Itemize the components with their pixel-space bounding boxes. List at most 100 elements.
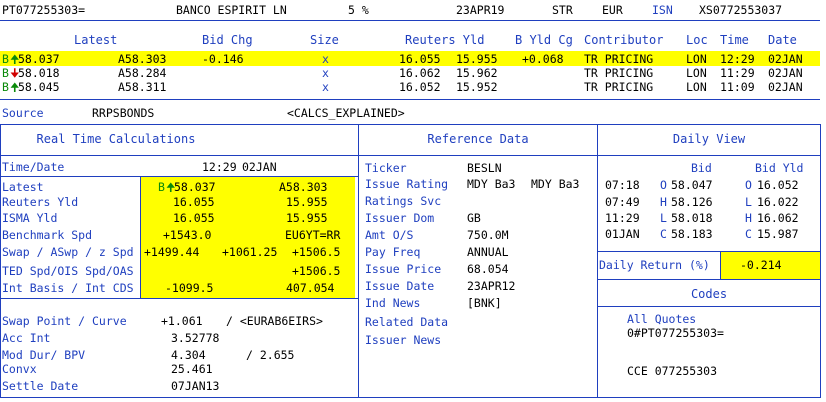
related-data-link[interactable]: Related Data [365,315,448,329]
quote-date: 02JAN [768,66,803,80]
calc-z-spd: +1506.5 [292,245,341,259]
col-date: Date [768,33,797,47]
int-basis-label: Int Basis / Int CDS [2,281,134,295]
daily-price-label: H [660,195,667,209]
issue-rating-label[interactable]: Issue Rating [365,177,448,191]
issue-date-value: 23APR12 [467,279,516,293]
yield-bid: 16.052 [399,80,441,94]
daily-yld: 15.987 [757,227,799,241]
isin-code: XS0772553037 [699,3,783,17]
chain-ric[interactable]: 0#PT077255303= [627,326,724,340]
contributor: TR PRICING [584,80,654,94]
daily-price: 58.047 [671,178,713,192]
daily-return-value: -0.214 [740,258,782,272]
pay-freq-label[interactable]: Pay Freq [365,245,420,259]
bid-price: 58.045 [18,80,60,94]
daily-bid-yld-header: Bid Yld [755,161,804,175]
location: LON [686,52,707,66]
ask-price: A58.284 [118,66,167,80]
daily-yld-label: O [745,178,752,192]
issue-rating-value-2: MDY Ba3 [531,177,580,191]
daily-bid-header: Bid [691,161,712,175]
bid-prefix: B [158,180,165,194]
issue-price-value: 68.054 [467,262,509,276]
divider [0,298,358,299]
location: LON [686,66,707,80]
calc-int-basis: -1099.5 [165,281,214,295]
ind-news-label[interactable]: Ind News [365,296,420,310]
contributor: TR PRICING [584,52,654,66]
bid-prefix: B [2,66,9,80]
rtc-title: Real Time Calculations [36,132,196,146]
daily-time: 11:29 [605,211,640,225]
yield-bid: 16.055 [399,52,441,66]
daily-price: 58.018 [671,211,713,225]
issuer-dom-label[interactable]: Issuer Dom [365,211,434,225]
quote-date: 02JAN [768,52,803,66]
bond-type: STR [552,3,573,17]
source-label: Source [2,106,44,120]
calc-int-cds: 407.054 [286,281,335,295]
swap-curve-link[interactable]: / <EURAB6EIRS> [226,314,323,328]
all-quotes-link[interactable]: All Quotes [627,312,696,326]
daily-yld: 16.062 [757,211,799,225]
calc-reuters-yld-ask: 15.955 [286,195,328,209]
quote-time: 11:29 [720,66,755,80]
bpv-value: / 2.655 [246,348,295,362]
calc-benchmark-spd: +1543.0 [163,228,212,242]
benchmark-spd-label: Benchmark Spd [2,228,93,242]
amt-os-value: 750.0M [467,228,509,242]
mod-dur-value: 4.304 [171,348,206,362]
calc-date: 02JAN [242,160,277,174]
daily-return-label: Daily Return (%) [599,258,710,272]
ticker-label[interactable]: Ticker [365,161,407,175]
ratings-svc-label[interactable]: Ratings Svc [365,194,441,208]
calc-isma-yld-bid: 16.055 [173,211,215,225]
col-loc: Loc [686,33,708,47]
calc-reuters-yld-bid: 16.055 [173,195,215,209]
issue-price-label[interactable]: Issue Price [365,262,441,276]
daily-price: 58.126 [671,195,713,209]
codes-title: Codes [690,287,728,301]
bid-change: -0.146 [202,52,244,66]
divider [0,99,820,100]
pay-freq-value: ANNUAL [467,245,509,259]
col-contributor: Contributor [584,33,664,47]
amt-os-label[interactable]: Amt O/S [365,228,413,242]
source-value: RRPSBONDS [92,106,155,120]
calcs-explained-link[interactable]: <CALCS_EXPLAINED> [287,106,405,120]
divider [597,306,821,307]
quote-date: 02JAN [768,80,803,94]
ind-news-value[interactable]: [BNK] [467,296,502,310]
location: LON [686,80,707,94]
daily-time: 07:18 [605,178,640,192]
calc-latest-bid: 58.037 [174,180,216,194]
divider [140,177,141,298]
yield-ask: 15.952 [456,80,498,94]
isma-yld-label: ISMA Yld [2,211,58,225]
calc-time: 12:29 [202,160,237,174]
issuer-dom-value: GB [467,211,481,225]
col-latest: Latest [74,33,118,47]
swap-point-label: Swap Point / Curve [2,314,127,328]
latest-label: Latest [2,180,44,194]
reuters-yld-label: Reuters Yld [2,195,79,209]
issuer-news-link[interactable]: Issuer News [365,333,441,347]
ticker-value: BESLN [467,161,502,175]
yield-change: +0.068 [522,52,564,66]
convx-value: 25.461 [171,362,213,376]
bid-prefix: B [2,52,9,66]
daily-price-label: O [660,178,667,192]
cce-code: CCE 077255303 [627,364,718,378]
daily-yld: 16.052 [757,178,799,192]
daily-price-label: L [660,211,667,225]
benchmark-ref[interactable]: EU6YT=RR [285,228,340,242]
instrument-ric: PT077255303= [2,3,86,17]
issue-date-label[interactable]: Issue Date [365,279,434,293]
size-value: x [322,80,329,94]
quote-time: 11:09 [720,80,755,94]
divider [0,176,358,177]
daily-time: 07:49 [605,195,640,209]
daily-price-label: C [660,227,667,241]
isn-label[interactable]: ISN [652,3,673,17]
